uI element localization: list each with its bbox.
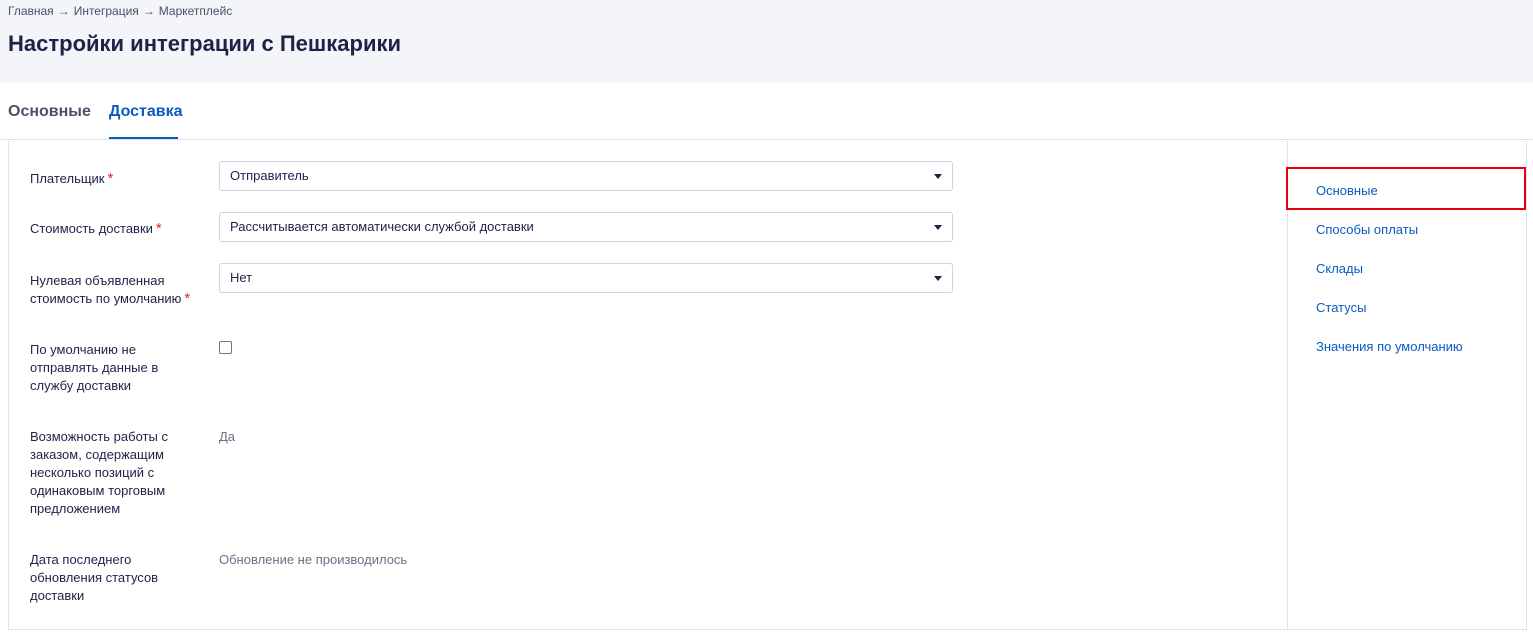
tab-bar: Основные Доставка bbox=[0, 83, 1533, 140]
chevron-down-icon bbox=[934, 276, 942, 281]
no-send-label: По умолчанию не отправлять данные в служ… bbox=[30, 342, 159, 393]
section-nav-main[interactable]: Основные bbox=[1316, 183, 1378, 198]
delivery-cost-label-text: Стоимость доставки bbox=[30, 221, 153, 236]
breadcrumb-separator: → bbox=[142, 4, 155, 18]
breadcrumb-item-integration[interactable]: Интеграция bbox=[74, 4, 139, 18]
multi-position-label: Возможность работы с заказом, содержащим… bbox=[30, 429, 168, 516]
delivery-cost-label: Стоимость доставки * bbox=[30, 220, 200, 238]
divider bbox=[1287, 141, 1288, 630]
chevron-down-icon bbox=[934, 174, 942, 179]
zero-declared-select-value: Нет bbox=[230, 270, 253, 285]
last-update-label: Дата последнего обновления статусов дост… bbox=[30, 552, 159, 603]
page-title: Настройки интеграции с Пешкарики bbox=[8, 31, 402, 56]
tab-main[interactable]: Основные bbox=[8, 103, 91, 139]
breadcrumb: Главная → Интеграция → Маркетплейс bbox=[8, 4, 232, 18]
multi-position-value: Да bbox=[219, 429, 236, 444]
payer-select[interactable]: Отправитель bbox=[219, 161, 953, 191]
section-nav-defaults[interactable]: Значения по умолчанию bbox=[1316, 339, 1463, 354]
last-update-value: Обновление не производилось bbox=[219, 552, 408, 567]
section-nav-warehouses[interactable]: Склады bbox=[1316, 261, 1363, 276]
breadcrumb-item-marketplace[interactable]: Маркетплейс bbox=[159, 4, 233, 18]
section-nav-statuses[interactable]: Статусы bbox=[1316, 300, 1366, 315]
delivery-cost-select[interactable]: Рассчитывается автоматически службой дос… bbox=[219, 212, 953, 242]
payer-label: Плательщик * bbox=[30, 170, 180, 188]
settings-panel: Плательщик * Отправитель Стоимость достав… bbox=[8, 141, 1527, 630]
zero-declared-select[interactable]: Нет bbox=[219, 263, 953, 293]
delivery-cost-select-value: Рассчитывается автоматически службой дос… bbox=[230, 219, 534, 234]
zero-declared-label-line2: стоимость по умолчанию bbox=[30, 291, 182, 306]
payer-select-value: Отправитель bbox=[230, 168, 309, 183]
no-send-checkbox[interactable] bbox=[219, 341, 232, 354]
zero-declared-label-line1: Нулевая объявленная bbox=[30, 273, 165, 288]
breadcrumb-separator: → bbox=[57, 4, 70, 18]
zero-declared-label: Нулевая объявленная стоимость по умолчан… bbox=[30, 272, 210, 308]
required-marker: * bbox=[107, 170, 114, 187]
payer-label-text: Плательщик bbox=[30, 171, 105, 186]
tab-delivery[interactable]: Доставка bbox=[109, 103, 183, 139]
page-header: Главная → Интеграция → Маркетплейс Настр… bbox=[0, 0, 1533, 83]
section-nav-payment[interactable]: Способы оплаты bbox=[1316, 222, 1418, 237]
breadcrumb-item-home[interactable]: Главная bbox=[8, 4, 54, 18]
required-marker: * bbox=[184, 290, 191, 307]
required-marker: * bbox=[155, 220, 162, 237]
chevron-down-icon bbox=[934, 225, 942, 230]
